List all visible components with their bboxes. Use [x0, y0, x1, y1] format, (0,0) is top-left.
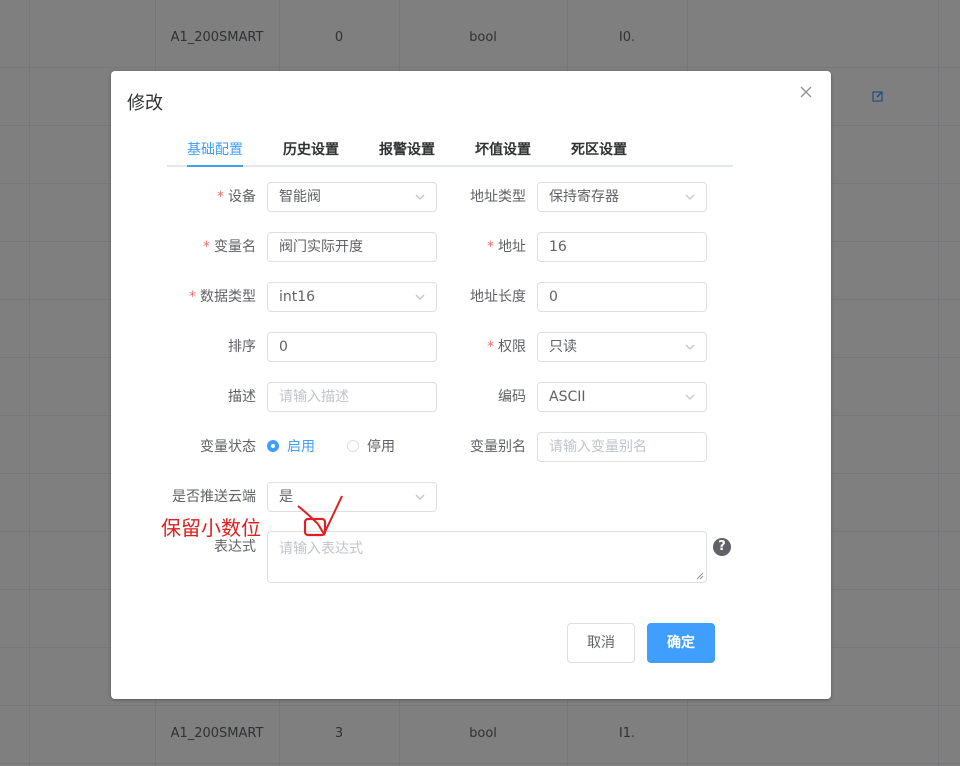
permission-label: * 权限: [430, 332, 526, 362]
device-label-text: 设备: [228, 189, 256, 205]
encoding-select[interactable]: ASCII: [537, 382, 707, 412]
sort-input[interactable]: 0: [267, 332, 437, 362]
radio-unchecked-icon: [347, 440, 359, 452]
device-select[interactable]: 智能阀: [267, 182, 437, 212]
cancel-button[interactable]: 取消: [567, 623, 635, 663]
address-input[interactable]: 16: [537, 232, 707, 262]
variable-name-label: * 变量名: [160, 232, 256, 262]
push-cloud-label: 是否推送云端: [172, 489, 256, 505]
required-mark: *: [487, 239, 494, 255]
chevron-down-icon: [685, 194, 695, 200]
variable-status-label: 变量状态: [200, 439, 256, 455]
chevron-down-icon: [415, 494, 425, 500]
variable-alias-label: 变量别名: [470, 439, 526, 455]
dialog-title: 修改: [127, 93, 163, 114]
address-type-select[interactable]: 保持寄存器: [537, 182, 707, 212]
required-mark: *: [217, 189, 224, 205]
device-label: * 设备: [160, 182, 256, 212]
chevron-down-icon: [415, 194, 425, 200]
tab-deadband-settings[interactable]: 死区设置: [571, 139, 627, 159]
required-mark: *: [189, 289, 196, 305]
variable-alias-placeholder: 请输入变量别名: [549, 439, 647, 455]
address-length-input[interactable]: 0: [537, 282, 707, 312]
tab-bad-value-settings[interactable]: 坏值设置: [475, 139, 531, 159]
address-value: 16: [549, 239, 567, 255]
address-length-value: 0: [549, 289, 558, 305]
annotation-text: 保留小数位: [161, 516, 261, 540]
variable-name-input[interactable]: 阀门实际开度: [267, 232, 437, 262]
active-tab-indicator: [187, 165, 243, 167]
required-mark: *: [487, 339, 494, 355]
variable-name-label-text: 变量名: [214, 239, 256, 255]
encoding-label: 编码: [498, 389, 526, 405]
tab-basic-config[interactable]: 基础配置: [187, 139, 243, 159]
status-disable-radio[interactable]: 停用: [347, 437, 395, 457]
variable-alias-input[interactable]: 请输入变量别名: [537, 432, 707, 462]
resize-handle-icon[interactable]: [696, 572, 704, 580]
address-label-text: 地址: [498, 239, 526, 255]
address-length-label: 地址长度: [470, 289, 526, 305]
tab-alarm-settings[interactable]: 报警设置: [379, 139, 435, 159]
required-mark: *: [203, 239, 210, 255]
description-label: 描述: [228, 389, 256, 405]
description-input[interactable]: 请输入描述: [267, 382, 437, 412]
close-icon[interactable]: [797, 83, 815, 101]
status-enable-label: 启用: [287, 439, 315, 455]
chevron-down-icon: [685, 344, 695, 350]
tab-history-settings[interactable]: 历史设置: [283, 139, 339, 159]
address-type-label: 地址类型: [470, 189, 526, 205]
sort-value: 0: [279, 339, 288, 355]
radio-checked-icon: [267, 440, 279, 452]
confirm-button[interactable]: 确定: [647, 623, 715, 663]
address-type-value: 保持寄存器: [549, 189, 619, 205]
permission-label-text: 权限: [498, 339, 526, 355]
encoding-value: ASCII: [549, 389, 586, 405]
annotation-mark-icon: [297, 495, 343, 537]
data-type-label-text: 数据类型: [200, 289, 256, 305]
status-enable-radio[interactable]: 启用: [267, 437, 315, 457]
status-disable-label: 停用: [367, 439, 395, 455]
address-label: * 地址: [430, 232, 526, 262]
chevron-down-icon: [685, 394, 695, 400]
device-value: 智能阀: [279, 189, 321, 205]
permission-value: 只读: [549, 339, 577, 355]
data-type-label: * 数据类型: [160, 282, 256, 312]
data-type-value: int16: [279, 289, 316, 305]
help-icon[interactable]: ?: [713, 538, 731, 556]
description-placeholder: 请输入描述: [279, 389, 349, 405]
sort-label: 排序: [228, 339, 256, 355]
permission-select[interactable]: 只读: [537, 332, 707, 362]
variable-name-value: 阀门实际开度: [279, 239, 363, 255]
data-type-select[interactable]: int16: [267, 282, 437, 312]
tab-bar: 基础配置 历史设置 报警设置 坏值设置 死区设置: [167, 131, 733, 167]
chevron-down-icon: [415, 294, 425, 300]
